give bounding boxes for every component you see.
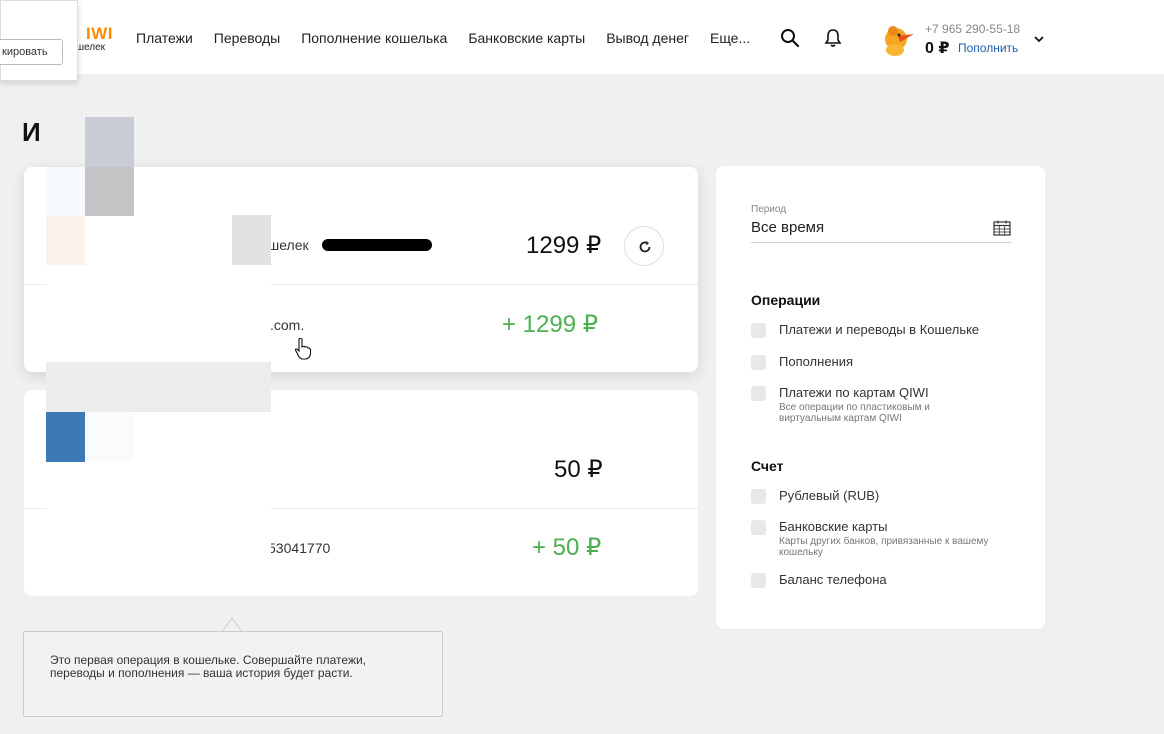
pixelated-block [85, 117, 134, 167]
nav-item-transfers[interactable]: Переводы [214, 30, 280, 46]
qiwi-logo[interactable]: IWI шелек [76, 24, 116, 54]
checkbox-label: Пополнения [779, 354, 854, 369]
logo-subtitle: шелек [76, 42, 106, 53]
bell-icon[interactable] [823, 28, 843, 48]
checkbox-label: Баланс телефона [779, 572, 887, 587]
chevron-down-icon[interactable] [1033, 34, 1045, 44]
tooltip-arrow [222, 617, 242, 632]
popup-button[interactable]: кировать [0, 39, 63, 65]
avatar[interactable] [880, 22, 916, 58]
nav-item-bank-cards[interactable]: Банковские карты [468, 30, 585, 46]
account-title: Счет [751, 458, 784, 474]
pixelated-block [232, 215, 271, 265]
transaction-amount: 50 ₽ [554, 456, 603, 483]
transaction-detail: 53041770 [268, 540, 331, 556]
pixelated-block [85, 412, 134, 462]
nav-item-payments[interactable]: Платежи [136, 30, 193, 46]
refresh-icon [639, 241, 651, 253]
overlay-popup: кировать [0, 0, 78, 81]
checkbox-label: Банковские карты [779, 519, 888, 534]
topup-link[interactable]: Пополнить [958, 41, 1018, 55]
checkbox-hint: Карты других банков, привязанные к вашем… [779, 536, 989, 558]
tooltip-text: Это первая операция в кошельке. Совершай… [50, 653, 367, 680]
checkbox-rub[interactable] [751, 489, 766, 504]
checkbox-wallet-payments[interactable] [751, 323, 766, 338]
repeat-button[interactable] [624, 226, 664, 266]
checkbox-hint: Все операции по пластиковым и виртуальны… [779, 402, 930, 424]
checkbox-label: Рублевый (RUB) [779, 488, 880, 503]
checkbox-phone-balance[interactable] [751, 573, 766, 588]
operations-title: Операции [751, 292, 821, 308]
checkbox-label: Платежи по картам QIWI [779, 385, 929, 400]
search-icon[interactable] [780, 28, 800, 48]
checkbox-label: Платежи и переводы в Кошельке [779, 322, 980, 337]
nav-item-withdraw[interactable]: Вывод денег [606, 30, 689, 46]
filter-panel: Период Все время Операции Платежи и пере… [716, 166, 1045, 629]
transaction-detail: .com. [270, 317, 305, 333]
logo-brand: IWI [86, 24, 113, 43]
transaction-detail-amount: + 1299 ₽ [502, 311, 599, 338]
phone-number: +7 965 290-55-18 [925, 22, 1021, 36]
pixelated-block [85, 167, 134, 216]
calendar-icon[interactable] [993, 220, 1011, 236]
nav-item-more[interactable]: Еще... [710, 30, 750, 46]
hand-cursor-icon [294, 337, 312, 360]
transaction-title: шелек [268, 237, 309, 253]
pixelated-block [46, 167, 85, 216]
wallet-balance: 0 ₽ [925, 40, 950, 57]
pixelated-block [46, 412, 85, 462]
pixelated-block [46, 462, 271, 572]
period-select[interactable]: Все время [751, 219, 824, 236]
pixelated-block [46, 362, 271, 412]
transaction-detail-amount: + 50 ₽ [532, 534, 602, 561]
onboarding-tooltip: Это первая операция в кошельке. Совершай… [23, 631, 443, 717]
transaction-amount: 1299 ₽ [526, 232, 602, 259]
redaction-bar [322, 239, 432, 251]
pixelated-block [46, 216, 85, 265]
period-underline [751, 242, 1011, 243]
pixelated-block [46, 265, 271, 362]
top-header: IWI шелек Платежи Переводы Пополнение ко… [0, 0, 1164, 74]
main-nav: Платежи Переводы Пополнение кошелька Бан… [136, 30, 771, 46]
checkbox-qiwi-cards[interactable] [751, 386, 766, 401]
checkbox-bank-cards[interactable] [751, 520, 766, 535]
period-label: Период [751, 204, 787, 215]
nav-item-topup-wallet[interactable]: Пополнение кошелька [301, 30, 447, 46]
page-title: И [22, 117, 41, 147]
checkbox-topups[interactable] [751, 355, 766, 370]
